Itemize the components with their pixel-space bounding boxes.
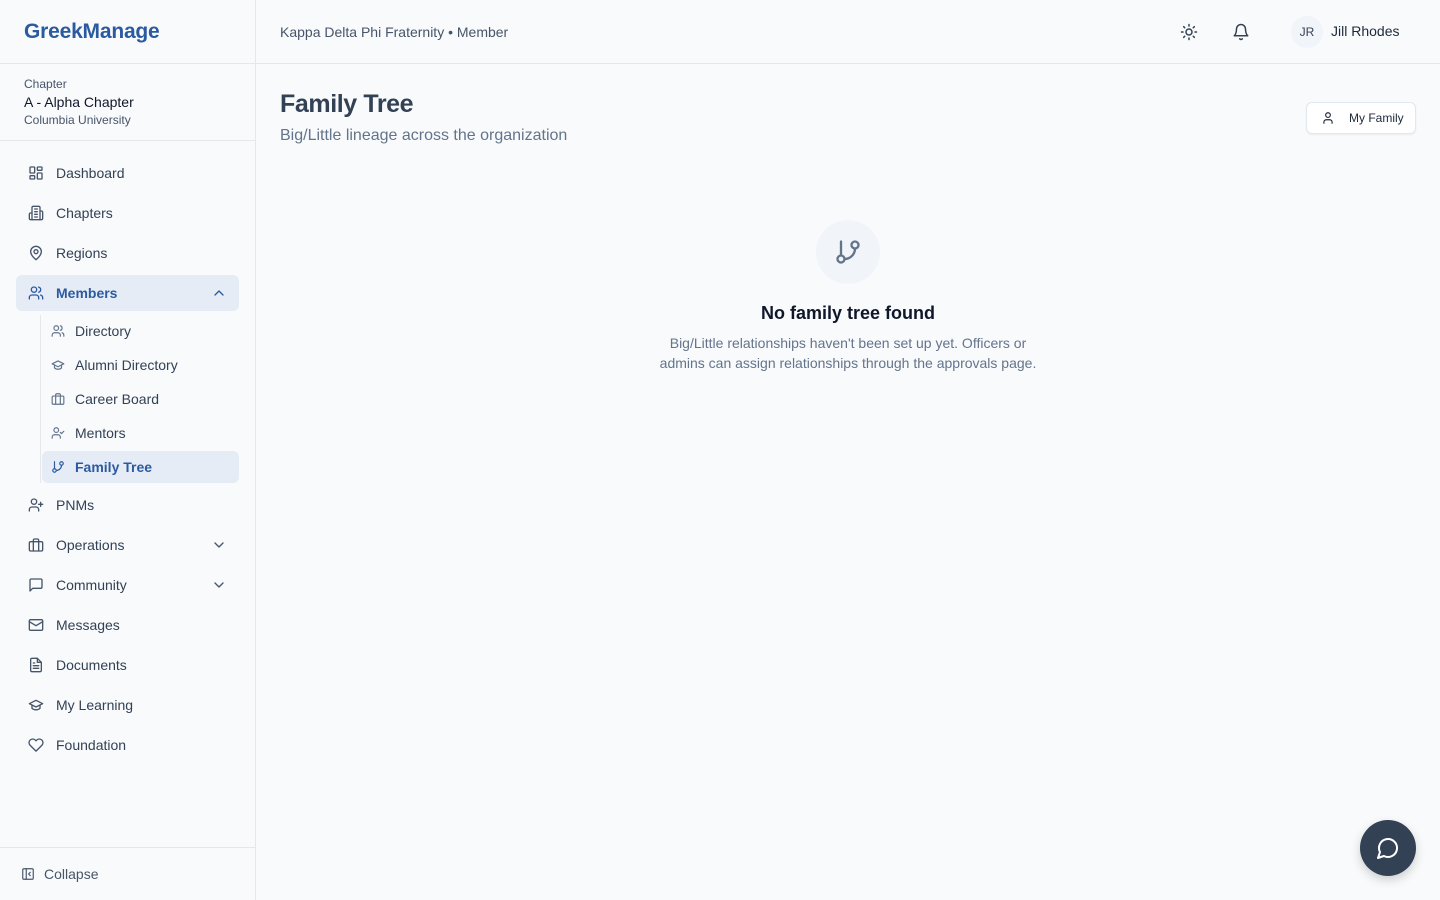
sidebar: GreekManage Chapter A - Alpha Chapter Co…	[0, 0, 256, 900]
sidebar-item-label: Alumni Directory	[75, 357, 178, 373]
bell-icon[interactable]	[1232, 23, 1250, 41]
members-subnav: Directory Alumni Directory Career Board …	[40, 315, 239, 483]
collapse-button[interactable]: Collapse	[0, 847, 255, 900]
page-subtitle: Big/Little lineage across the organizati…	[280, 127, 568, 144]
briefcase-icon	[51, 392, 65, 406]
theme-toggle-sun-icon[interactable]	[1180, 23, 1198, 41]
sidebar-item-label: Messages	[56, 617, 120, 633]
sidebar-item-label: Dashboard	[56, 165, 125, 181]
chevron-up-icon	[211, 285, 227, 301]
sidebar-item-mentors[interactable]: Mentors	[42, 417, 239, 449]
sidebar-item-my-learning[interactable]: My Learning	[16, 687, 239, 723]
user-name[interactable]: Jill Rhodes	[1331, 23, 1399, 39]
sidebar-item-messages[interactable]: Messages	[16, 607, 239, 643]
collapse-label: Collapse	[44, 866, 99, 882]
sidebar-item-regions[interactable]: Regions	[16, 235, 239, 271]
brand-logo[interactable]: GreekManage	[0, 0, 255, 64]
git-branch-icon	[834, 238, 862, 266]
sidebar-item-pnms[interactable]: PNMs	[16, 487, 239, 523]
sidebar-item-operations[interactable]: Operations	[16, 527, 239, 563]
sidebar-item-community[interactable]: Community	[16, 567, 239, 603]
sidebar-item-family-tree[interactable]: Family Tree	[42, 451, 239, 483]
chapter-university: Columbia University	[24, 113, 131, 127]
chevron-down-icon	[211, 577, 227, 593]
map-pin-icon	[28, 245, 44, 261]
empty-state-graphic	[816, 220, 880, 284]
sidebar-item-alumni-directory[interactable]: Alumni Directory	[42, 349, 239, 381]
sidebar-item-label: Community	[56, 577, 127, 593]
page-title: Family Tree	[280, 90, 414, 118]
sidebar-item-label: Career Board	[75, 391, 160, 407]
sidebar-item-label: Regions	[56, 245, 108, 261]
sidebar-item-directory[interactable]: Directory	[42, 315, 239, 347]
graduation-cap-icon	[51, 358, 65, 372]
avatar[interactable]: JR	[1291, 16, 1323, 48]
users-icon	[51, 324, 65, 338]
chapter-label: Chapter	[24, 77, 67, 91]
my-family-label: My Family	[1349, 111, 1404, 125]
user-plus-icon	[28, 497, 44, 513]
graduation-cap-icon	[28, 697, 44, 713]
sidebar-item-chapters[interactable]: Chapters	[16, 195, 239, 231]
panel-left-close-icon	[21, 867, 35, 881]
chat-button[interactable]	[1360, 820, 1416, 876]
empty-state-description: Big/Little relationships haven't been se…	[659, 335, 1037, 371]
sidebar-item-career-board[interactable]: Career Board	[42, 383, 239, 415]
sidebar-item-documents[interactable]: Documents	[16, 647, 239, 683]
dashboard-icon	[28, 165, 44, 181]
sidebar-item-label: Documents	[56, 657, 127, 673]
sidebar-item-label: Foundation	[56, 737, 127, 753]
sidebar-item-label: Members	[56, 285, 118, 301]
git-branch-icon	[51, 460, 65, 474]
users-icon	[28, 285, 44, 301]
message-square-icon	[28, 577, 44, 593]
sidebar-item-dashboard[interactable]: Dashboard	[16, 155, 239, 191]
building-icon	[28, 205, 44, 221]
sidebar-item-label: Directory	[75, 323, 132, 339]
message-circle-icon	[1376, 836, 1400, 860]
organization-role-line: Kappa Delta Phi Fraternity • Member	[280, 23, 509, 40]
empty-state-title: No family tree found	[760, 303, 935, 323]
user-check-icon	[51, 426, 65, 440]
chevron-down-icon	[211, 537, 227, 553]
sidebar-item-label: PNMs	[56, 497, 95, 513]
heart-icon	[28, 737, 44, 753]
sidebar-item-label: Chapters	[56, 205, 113, 221]
sidebar-nav: Dashboard Chapters Regions Members Direc…	[16, 155, 239, 767]
chapter-name: A - Alpha Chapter	[24, 94, 134, 110]
sidebar-item-foundation[interactable]: Foundation	[16, 727, 239, 763]
my-family-button[interactable]: My Family	[1306, 102, 1416, 134]
sidebar-item-label: Family Tree	[75, 459, 153, 475]
file-text-icon	[28, 657, 44, 673]
sidebar-item-label: Mentors	[75, 425, 126, 441]
chapter-selector[interactable]: Chapter A - Alpha Chapter Columbia Unive…	[0, 64, 255, 141]
top-bar: Kappa Delta Phi Fraternity • Member JR J…	[256, 0, 1440, 64]
sidebar-item-label: Operations	[56, 537, 125, 553]
sidebar-item-members[interactable]: Members	[16, 275, 239, 311]
sidebar-item-label: My Learning	[56, 697, 134, 713]
user-icon	[1321, 111, 1335, 125]
mail-icon	[28, 617, 44, 633]
briefcase-icon	[28, 537, 44, 553]
